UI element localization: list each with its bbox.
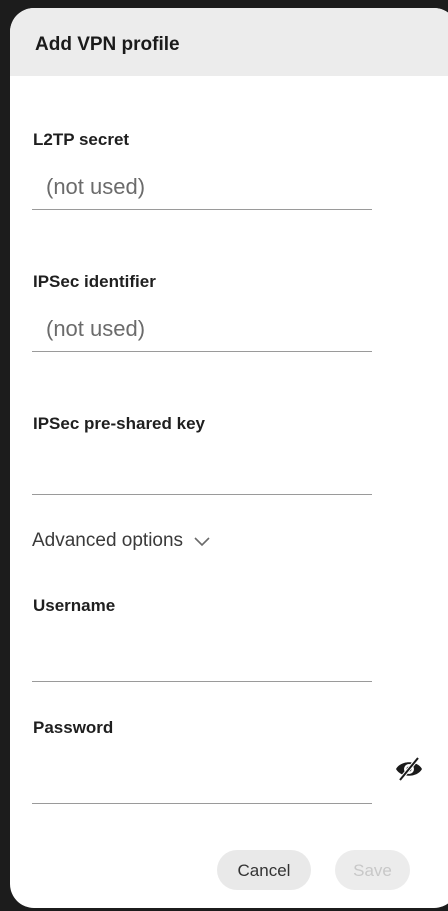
username-input[interactable] [32,638,372,680]
l2tp-secret-field[interactable] [32,166,372,210]
ipsec-identifier-field[interactable] [32,308,372,352]
password-underline [32,803,372,804]
eye-off-icon[interactable] [394,756,424,782]
ipsec-identifier-underline [32,351,372,352]
ipsec-psk-underline [32,494,372,495]
username-label: Username [33,596,116,615]
advanced-options-label: Advanced options [32,530,184,551]
username-field[interactable] [32,638,372,682]
advanced-options-toggle[interactable]: Advanced options [32,530,211,552]
l2tp-secret-underline [32,209,372,210]
ipsec-psk-label: IPSec pre-shared key [33,414,205,433]
password-label: Password [33,718,114,737]
add-vpn-profile-dialog: Add VPN profile L2TP secret IPSec identi… [10,8,448,908]
ipsec-identifier-label: IPSec identifier [33,272,156,291]
cancel-button[interactable]: Cancel [217,850,311,890]
save-button[interactable]: Save [335,850,410,890]
password-input[interactable] [32,760,372,802]
username-underline [32,681,372,682]
ipsec-identifier-input[interactable] [32,308,372,350]
ipsec-psk-field[interactable] [32,451,372,495]
dialog-header: Add VPN profile [10,8,448,76]
dialog-title: Add VPN profile [35,34,180,55]
l2tp-secret-input[interactable] [32,166,372,208]
left-screen-edge [0,0,10,911]
l2tp-secret-label: L2TP secret [33,130,130,149]
password-field[interactable] [32,760,372,804]
ipsec-psk-input[interactable] [32,451,372,493]
chevron-down-icon [194,537,210,547]
